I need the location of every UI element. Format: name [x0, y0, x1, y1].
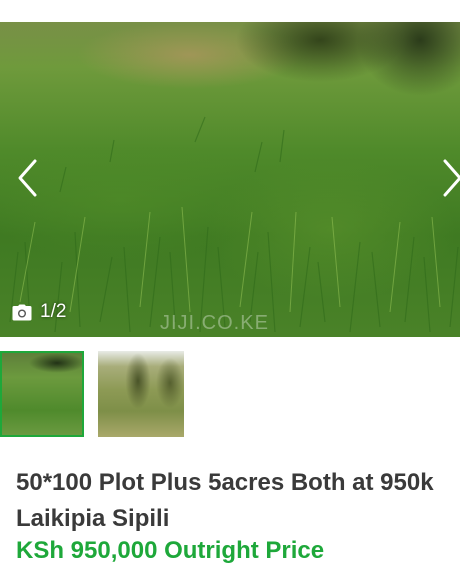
photo-counter: 1/2 — [12, 300, 66, 324]
top-strip — [0, 0, 460, 22]
chevron-right-icon — [443, 159, 460, 197]
thumbnail-2[interactable] — [98, 351, 184, 437]
camera-icon — [12, 304, 32, 320]
photo-counter-text: 1/2 — [40, 301, 67, 322]
thumbnail-strip — [0, 351, 460, 437]
previous-photo-button[interactable] — [10, 155, 44, 201]
listing-photo — [9, 116, 459, 333]
listing-price: KSh 950,000 Outright Price — [16, 537, 325, 564]
thumbnail-1[interactable] — [0, 351, 84, 437]
next-photo-button[interactable] — [436, 155, 460, 201]
watermark: JIJI.CO.KE — [160, 312, 269, 334]
photo-gallery[interactable]: 1/2 JIJI.CO.KE — [0, 0, 460, 337]
chevron-left-icon — [18, 159, 37, 197]
listing-title: 50*100 Plot Plus 5acres Both at 950k Lai… — [16, 469, 434, 532]
